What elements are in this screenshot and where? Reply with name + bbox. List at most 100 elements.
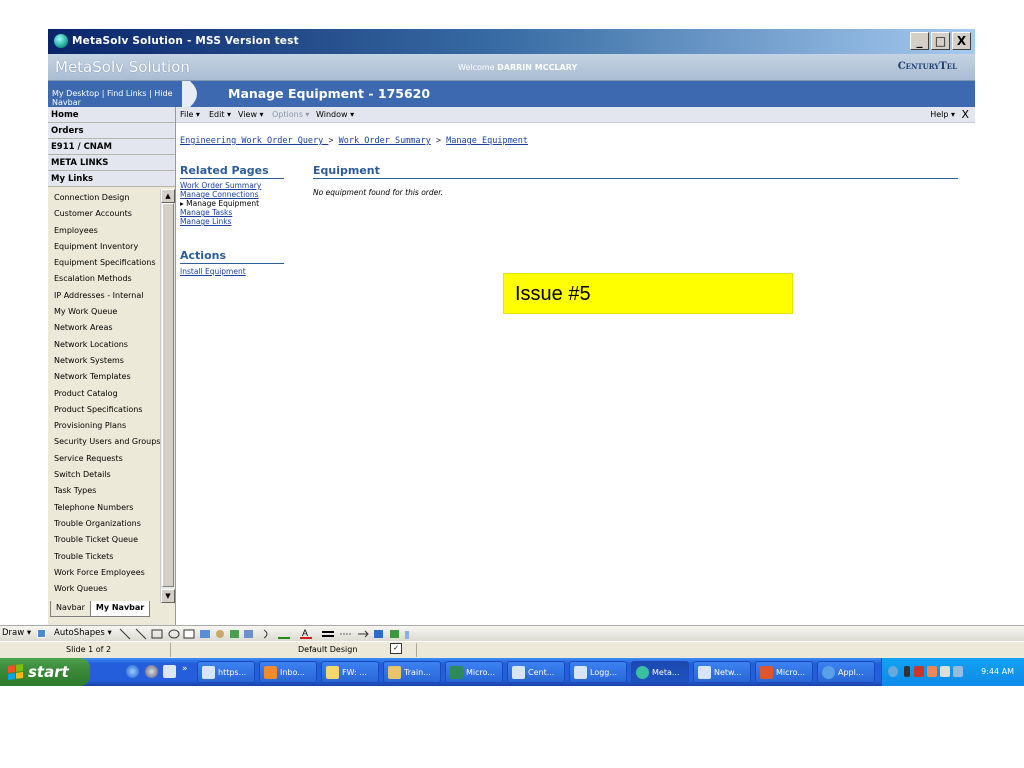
sidebar-header-home[interactable]: Home xyxy=(48,107,175,123)
task-label: Meta... xyxy=(652,668,680,677)
install-equipment-link[interactable]: Install Equipment xyxy=(180,267,246,276)
related-link-manage-connections[interactable]: Manage Connections xyxy=(180,190,261,199)
tray-security-icon[interactable] xyxy=(914,666,924,677)
scroll-down-arrow-icon[interactable]: ▼ xyxy=(161,589,175,603)
sidebar-item[interactable]: Customer Accounts xyxy=(48,206,161,222)
taskbar-item[interactable]: Logg... xyxy=(569,661,627,683)
menu-help[interactable]: Help ▾ xyxy=(930,110,955,119)
task-label: Appl... xyxy=(838,668,864,677)
welcome-text: Welcome DARRIN MCCLARY xyxy=(458,63,577,72)
sidebar-item[interactable]: Network Templates xyxy=(48,369,161,385)
sidebar-item[interactable]: IP Addresses - Internal xyxy=(48,288,161,304)
ie-quicklaunch-icon[interactable] xyxy=(126,665,139,678)
draw-menu[interactable]: Draw ▾ xyxy=(2,628,31,638)
taskbar-item[interactable]: Micro... xyxy=(445,661,503,683)
taskbar-item[interactable]: Meta... xyxy=(631,661,689,683)
tray-volume-icon[interactable] xyxy=(940,666,950,677)
sidebar-item[interactable]: Telephone Numbers xyxy=(48,500,161,516)
sidebar-item[interactable]: Switch Details xyxy=(48,467,161,483)
sidebar-item[interactable]: Security Users and Groups xyxy=(48,434,161,450)
sidebar-item[interactable]: Work Force Employees xyxy=(48,565,161,581)
sidebar-item[interactable]: Employees xyxy=(48,223,161,239)
sidebar-item[interactable]: Provisioning Plans xyxy=(48,418,161,434)
tray-network-icon[interactable] xyxy=(953,666,963,677)
sidebar-item[interactable]: Product Catalog xyxy=(48,386,161,402)
related-pages-list: Work Order Summary Manage Connections ▸ … xyxy=(180,181,261,226)
draw-toolbar: Draw ▾ AutoShapes ▾ A xyxy=(0,625,1024,641)
tab-my-navbar[interactable]: My Navbar xyxy=(89,601,151,617)
breadcrumb-work-order-summary[interactable]: Work Order Summary xyxy=(339,136,431,146)
ie-icon xyxy=(512,666,525,679)
menu-edit[interactable]: Edit ▾ xyxy=(209,110,231,119)
taskbar-item[interactable]: Netw... xyxy=(693,661,751,683)
tab-navbar[interactable]: Navbar xyxy=(50,601,91,617)
drawing-tools-icon[interactable]: A xyxy=(118,628,498,640)
outlook-icon xyxy=(264,666,277,679)
sidebar-header-my-links[interactable]: My Links xyxy=(48,171,175,187)
sidebar-header-meta-links[interactable]: META LINKS xyxy=(48,155,175,171)
menu-window[interactable]: Window ▾ xyxy=(316,110,354,119)
tray-expand-icon[interactable] xyxy=(888,666,898,677)
window-title: MetaSolv Solution - MSS Version test xyxy=(72,35,299,47)
tray-battery-icon[interactable] xyxy=(904,666,910,677)
menu-file[interactable]: File ▾ xyxy=(180,110,200,119)
close-button[interactable]: X xyxy=(952,32,971,50)
breadcrumb-separator: > xyxy=(328,136,334,146)
related-link-manage-tasks[interactable]: Manage Tasks xyxy=(180,208,261,217)
start-button[interactable]: start xyxy=(0,658,90,686)
status-divider xyxy=(416,643,417,657)
taskbar-item[interactable]: Cent... xyxy=(507,661,565,683)
taskbar-item[interactable]: Appl... xyxy=(817,661,875,683)
nav-bar: My Desktop | Find Links | Hide Navbar Ma… xyxy=(48,81,975,107)
excel-icon xyxy=(450,666,463,679)
minimize-button[interactable]: _ xyxy=(910,32,929,50)
sidebar-item[interactable]: Trouble Ticket Queue xyxy=(48,532,161,548)
actions-title: Actions xyxy=(180,249,284,264)
taskbar-item[interactable]: Inbo... xyxy=(259,661,317,683)
sidebar-item[interactable]: Product Specifications xyxy=(48,402,161,418)
sidebar-item[interactable]: Network Systems xyxy=(48,353,161,369)
breadcrumb-engineering-work-order-query[interactable]: Engineering Work Order Query xyxy=(180,136,328,146)
sidebar-item[interactable]: Equipment Inventory xyxy=(48,239,161,255)
related-link-work-order-summary[interactable]: Work Order Summary xyxy=(180,181,261,190)
sidebar-header-e911[interactable]: E911 / CNAM xyxy=(48,139,175,155)
sidebar-item[interactable]: Network Locations xyxy=(48,337,161,353)
taskbar-item[interactable]: Train... xyxy=(383,661,441,683)
sidebar-item[interactable]: My Work Queue xyxy=(48,304,161,320)
sidebar-item[interactable]: Work Queues xyxy=(48,581,161,597)
sidebar-item[interactable]: Connection Design xyxy=(48,190,161,206)
select-objects-icon[interactable] xyxy=(37,629,46,638)
sidebar-item[interactable]: Network Areas xyxy=(48,320,161,336)
sidebar-scrollbar[interactable]: ▲ ▼ xyxy=(160,189,175,603)
taskbar-item[interactable]: https... xyxy=(197,661,255,683)
breadcrumb-manage-equipment[interactable]: Manage Equipment xyxy=(446,136,528,146)
close-page-icon[interactable]: X xyxy=(961,108,969,121)
autoshapes-menu[interactable]: AutoShapes ▾ xyxy=(54,628,112,638)
sidebar-item[interactable]: Task Types xyxy=(48,483,161,499)
desktop-quicklaunch-icon[interactable] xyxy=(163,665,176,678)
my-desktop-link[interactable]: My Desktop xyxy=(52,89,99,98)
quicklaunch-more-icon[interactable]: » xyxy=(182,664,188,674)
sidebar-item[interactable]: Service Requests xyxy=(48,451,161,467)
taskbar-item[interactable]: FW: ... xyxy=(321,661,379,683)
system-tray: 9:44 AM xyxy=(881,658,1024,686)
tray-office-icon[interactable] xyxy=(927,666,937,677)
sidebar-item[interactable]: Trouble Organizations xyxy=(48,516,161,532)
task-label: Train... xyxy=(404,668,431,677)
maximize-button[interactable]: □ xyxy=(931,32,950,50)
sidebar-item[interactable]: Trouble Tickets xyxy=(48,549,161,565)
task-label: Logg... xyxy=(590,668,617,677)
menu-view[interactable]: View ▾ xyxy=(238,110,264,119)
scrollbar-thumb[interactable] xyxy=(162,203,174,587)
taskbar-item[interactable]: Micro... xyxy=(755,661,813,683)
nav-separator: | xyxy=(149,89,152,98)
sidebar-header-orders[interactable]: Orders xyxy=(48,123,175,139)
scroll-up-arrow-icon[interactable]: ▲ xyxy=(161,189,175,203)
find-links-link[interactable]: Find Links xyxy=(107,89,146,98)
related-link-manage-links[interactable]: Manage Links xyxy=(180,217,261,226)
start-label: start xyxy=(28,663,69,681)
sidebar-item[interactable]: Equipment Specifications xyxy=(48,255,161,271)
outlook-quicklaunch-icon[interactable] xyxy=(145,665,158,678)
sidebar-item[interactable]: Escalation Methods xyxy=(48,271,161,287)
task-label: FW: ... xyxy=(342,668,367,677)
